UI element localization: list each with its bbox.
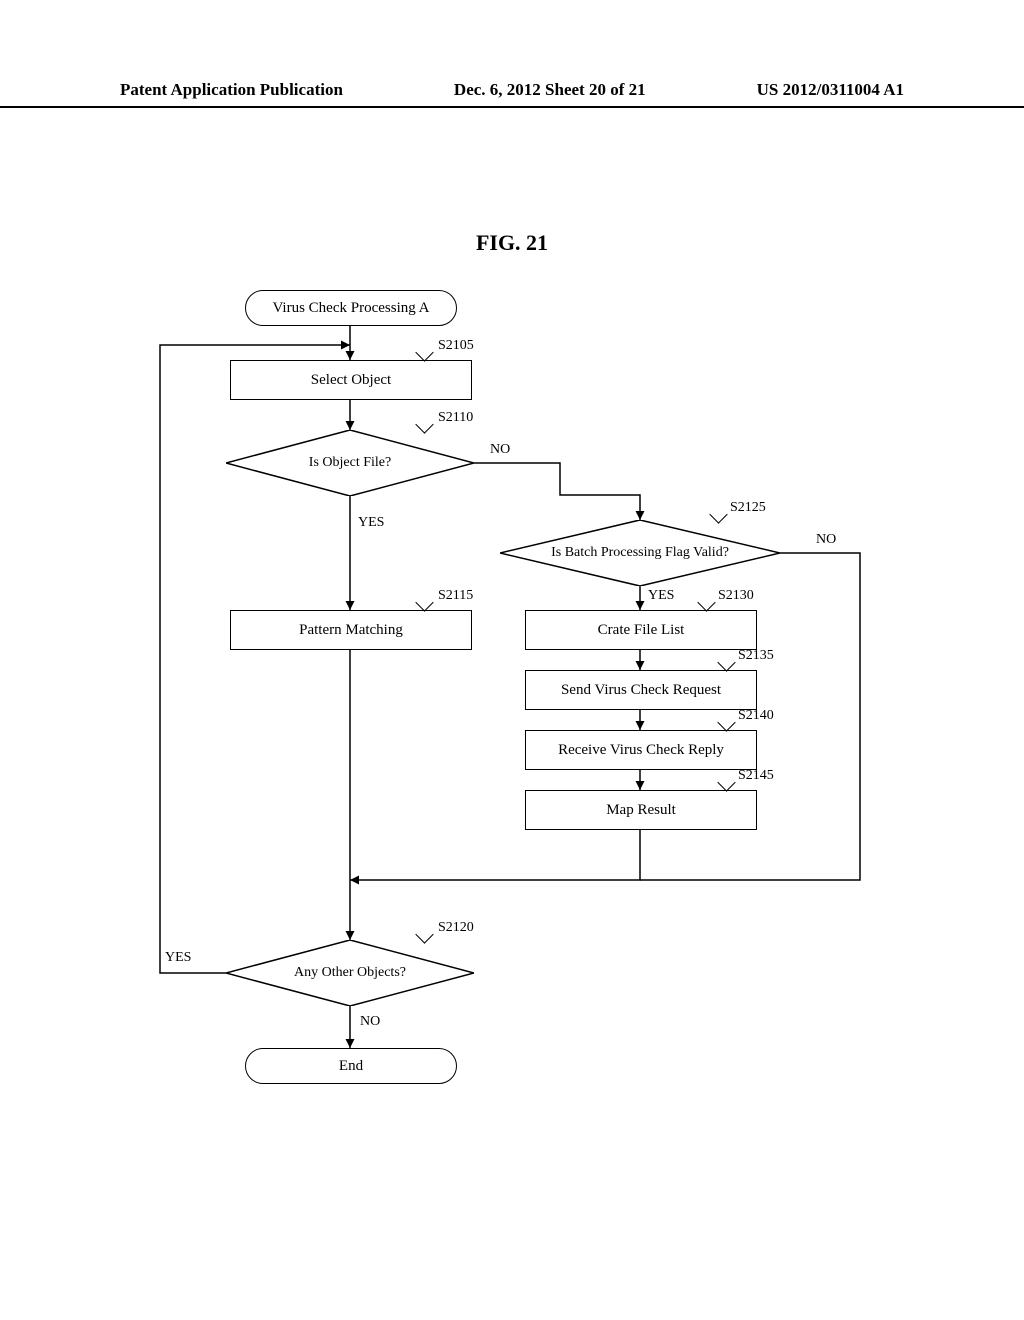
page-header: Patent Application Publication Dec. 6, 2…	[0, 80, 1024, 108]
terminal-end-text: End	[339, 1058, 363, 1075]
step-label-s2140: S2140	[738, 708, 774, 724]
figure-title: FIG. 21	[476, 230, 548, 256]
branch-label-yes: YES	[648, 588, 674, 604]
process-pattern-matching-text: Pattern Matching	[299, 622, 403, 639]
step-label-s2145: S2145	[738, 768, 774, 784]
header-left: Patent Application Publication	[120, 80, 343, 100]
process-create-file-list-text: Crate File List	[598, 622, 685, 639]
decision-batch-flag: Is Batch Processing Flag Valid?	[500, 520, 780, 586]
decision-is-object-file-text: Is Object File?	[301, 455, 399, 471]
process-map-result-text: Map Result	[606, 802, 676, 819]
process-receive-reply-text: Receive Virus Check Reply	[558, 742, 724, 759]
branch-label-no: NO	[360, 1014, 380, 1030]
flowchart-canvas: Virus Check Processing A Select Object S…	[0, 290, 1024, 1190]
step-label-s2135: S2135	[738, 648, 774, 664]
process-select-object: Select Object	[230, 360, 472, 400]
process-send-request-text: Send Virus Check Request	[561, 682, 721, 699]
decision-any-other-objects-text: Any Other Objects?	[286, 965, 414, 981]
step-label-s2130: S2130	[718, 588, 754, 604]
process-pattern-matching: Pattern Matching	[230, 610, 472, 650]
process-select-object-text: Select Object	[311, 372, 391, 389]
terminal-start: Virus Check Processing A	[245, 290, 457, 326]
decision-any-other-objects: Any Other Objects?	[226, 940, 474, 1006]
decision-batch-flag-text: Is Batch Processing Flag Valid?	[543, 545, 737, 561]
step-label-s2105: S2105	[438, 338, 474, 354]
step-label-s2120: S2120	[438, 920, 474, 936]
flowchart-connectors	[0, 290, 1024, 1190]
process-send-virus-check-request: Send Virus Check Request	[525, 670, 757, 710]
step-label-s2110: S2110	[438, 410, 473, 426]
terminal-end: End	[245, 1048, 457, 1084]
process-map-result: Map Result	[525, 790, 757, 830]
branch-label-yes: YES	[165, 950, 191, 966]
terminal-start-text: Virus Check Processing A	[272, 300, 429, 317]
header-center: Dec. 6, 2012 Sheet 20 of 21	[454, 80, 646, 100]
header-right: US 2012/0311004 A1	[757, 80, 904, 100]
decision-is-object-file: Is Object File?	[226, 430, 474, 496]
branch-label-no: NO	[816, 532, 836, 548]
step-label-s2125: S2125	[730, 500, 766, 516]
step-label-s2115: S2115	[438, 588, 473, 604]
branch-label-no: NO	[490, 442, 510, 458]
branch-label-yes: YES	[358, 515, 384, 531]
process-receive-virus-check-reply: Receive Virus Check Reply	[525, 730, 757, 770]
process-create-file-list: Crate File List	[525, 610, 757, 650]
